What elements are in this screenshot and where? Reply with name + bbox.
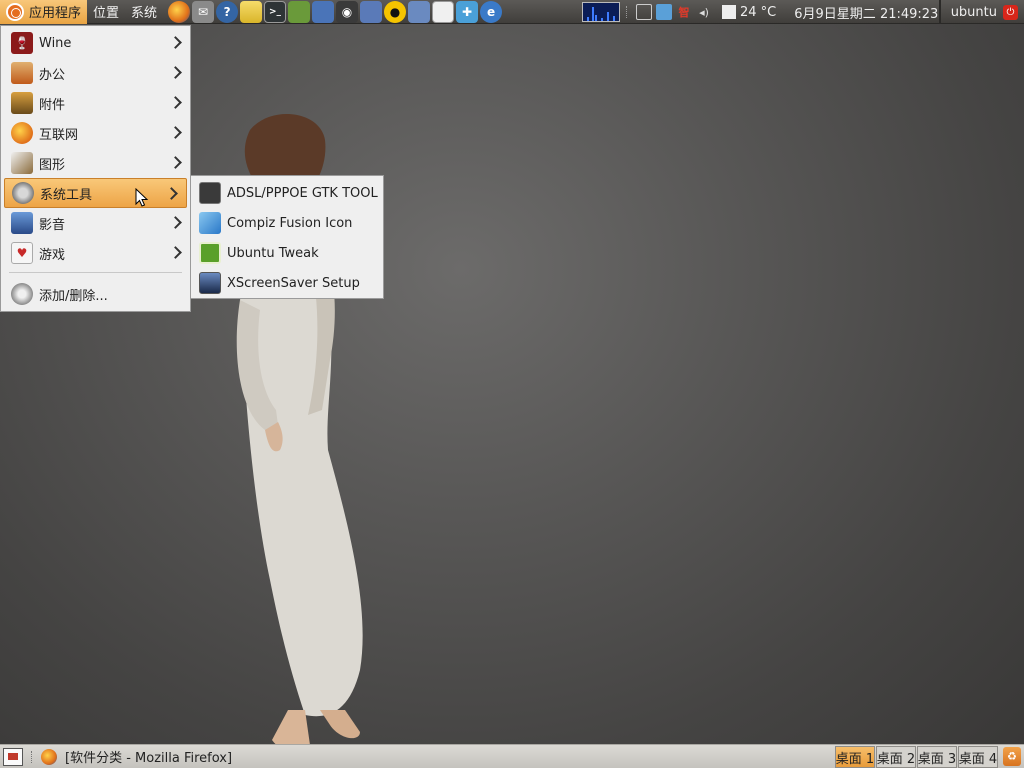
mouse-cursor-icon (135, 188, 149, 207)
workspace-3[interactable]: 桌面 3 (917, 746, 957, 768)
multimedia-icon (11, 212, 33, 234)
accessories-icon (11, 92, 33, 114)
applications-dropdown: 🍷 Wine 办公 附件 互联网 图形 系统工具 影音 ♥ 游戏 添加/删除..… (0, 25, 191, 312)
terminal-icon[interactable]: >_ (264, 0, 287, 23)
bottom-panel: [软件分类 - Mozilla Firefox] 桌面 1 桌面 2 桌面 3 … (0, 744, 1024, 768)
submenu-item-label: ADSL/PPPOE GTK TOOL (227, 185, 378, 201)
menu-item-label: 游戏 (39, 247, 66, 263)
menu-item-label: 办公 (39, 67, 66, 83)
submenu-item-label: XScreenSaver Setup (227, 275, 360, 291)
chevron-right-icon (170, 245, 184, 259)
network-tool-icon (199, 182, 221, 204)
ubuntu-logo-icon (6, 2, 24, 21)
compiz-fusion-icon (199, 212, 221, 234)
trash-icon[interactable]: ♻ (1003, 747, 1021, 766)
show-desktop-button[interactable] (3, 747, 23, 766)
weather-icon[interactable] (722, 5, 736, 19)
chevron-right-icon (170, 95, 184, 109)
menu-item-graphics[interactable]: 图形 (1, 148, 190, 178)
tray-separator (626, 6, 628, 18)
menu-item-label: 附件 (39, 97, 66, 113)
places-menu-label: 位置 (93, 6, 120, 21)
firefox-icon (41, 748, 57, 765)
menu-item-label: 系统工具 (40, 187, 93, 203)
menu-item-wine[interactable]: 🍷 Wine (1, 28, 190, 58)
system-menu[interactable]: 系统 (125, 0, 163, 24)
menu-separator (9, 272, 182, 273)
username-label: ubuntu (950, 4, 997, 20)
chevron-right-icon (170, 125, 184, 139)
volume-icon[interactable]: ◂) (696, 4, 712, 20)
window-list-icon[interactable] (636, 4, 652, 20)
image-viewer-icon[interactable] (312, 0, 335, 23)
launcher-bar: ✉ ? >_ ◉ ● ✚ e (167, 0, 503, 23)
user-switcher[interactable]: ubuntu ⏻ (938, 0, 1024, 24)
temperature-label[interactable]: 24 °C (740, 5, 776, 20)
qq-icon[interactable]: ● (384, 0, 407, 23)
menu-item-label: Wine (39, 35, 72, 51)
menu-item-system-tools[interactable]: 系统工具 (4, 178, 187, 208)
input-method-icon[interactable]: 智 (676, 4, 692, 20)
graphics-icon (11, 152, 33, 174)
submenu-item-compiz-fusion-icon[interactable]: Compiz Fusion Icon (191, 208, 383, 238)
menu-item-internet[interactable]: 互联网 (1, 118, 190, 148)
menu-item-games[interactable]: ♥ 游戏 (1, 238, 190, 268)
workspace-1[interactable]: 桌面 1 (835, 746, 875, 768)
menu-item-multimedia[interactable]: 影音 (1, 208, 190, 238)
clock[interactable]: 6月9日星期二 21:49:23 (794, 3, 938, 22)
browser-icon[interactable]: e (480, 0, 503, 23)
chevron-right-icon (166, 186, 180, 200)
menu-item-label: 影音 (39, 217, 66, 233)
network-icon[interactable] (656, 4, 672, 20)
games-icon: ♥ (11, 242, 33, 264)
internet-icon (11, 122, 33, 144)
workspace-4[interactable]: 桌面 4 (958, 746, 998, 768)
screenshot-icon[interactable] (360, 0, 383, 23)
ubuntu-tweak-icon (199, 242, 221, 264)
screensaver-icon (199, 272, 221, 294)
task-title: [软件分类 - Mozilla Firefox] (65, 751, 233, 766)
menu-item-label: 互联网 (39, 127, 79, 143)
folder-icon[interactable] (240, 0, 263, 23)
help-icon[interactable]: ? (216, 0, 239, 23)
mail-icon[interactable]: ✉ (192, 0, 215, 23)
menu-item-add-remove[interactable]: 添加/删除... (1, 279, 190, 309)
submenu-item-adsl-tool[interactable]: ADSL/PPPOE GTK TOOL (191, 178, 383, 208)
system-menu-label: 系统 (131, 6, 158, 21)
system-tools-submenu: ADSL/PPPOE GTK TOOL Compiz Fusion Icon U… (190, 175, 384, 299)
text-editor-icon[interactable] (432, 0, 455, 23)
gear-icon (12, 182, 34, 204)
panel-separator (31, 750, 33, 763)
compiz-icon[interactable]: ✚ (456, 0, 479, 23)
taskbar-item-firefox[interactable]: [软件分类 - Mozilla Firefox] (41, 746, 240, 768)
chevron-right-icon (170, 35, 184, 49)
submenu-item-label: Compiz Fusion Icon (227, 215, 353, 231)
workspace-switcher: 桌面 1 桌面 2 桌面 3 桌面 4 (835, 746, 999, 768)
power-icon[interactable]: ⏻ (1003, 4, 1018, 20)
system-tray: 智 ◂) 24 °C 6月9日星期二 21:49:23 (582, 0, 938, 24)
top-panel: 应用程序 位置 系统 ✉ ? >_ ◉ ● ✚ e 智 ◂) 24 °C 6月9… (0, 0, 1024, 24)
system-monitor-graph[interactable] (582, 2, 620, 22)
webcam-icon[interactable]: ◉ (336, 0, 359, 23)
menu-item-label: 图形 (39, 157, 66, 173)
menu-item-office[interactable]: 办公 (1, 58, 190, 88)
book-icon[interactable] (288, 0, 311, 23)
chevron-right-icon (170, 155, 184, 169)
users-icon[interactable] (408, 0, 431, 23)
menu-item-accessories[interactable]: 附件 (1, 88, 190, 118)
applications-menu[interactable]: 应用程序 (0, 0, 88, 24)
submenu-item-xscreensaver-setup[interactable]: XScreenSaver Setup (191, 268, 383, 298)
submenu-item-ubuntu-tweak[interactable]: Ubuntu Tweak (191, 238, 383, 268)
chevron-right-icon (170, 215, 184, 229)
add-remove-icon (11, 283, 33, 305)
chevron-right-icon (170, 65, 184, 79)
submenu-item-label: Ubuntu Tweak (227, 245, 319, 261)
firefox-icon[interactable] (168, 0, 191, 23)
office-icon (11, 62, 33, 84)
wine-icon: 🍷 (11, 32, 33, 54)
applications-menu-label: 应用程序 (29, 6, 82, 21)
places-menu[interactable]: 位置 (87, 0, 125, 24)
menu-item-label: 添加/删除... (39, 288, 108, 304)
workspace-2[interactable]: 桌面 2 (876, 746, 916, 768)
